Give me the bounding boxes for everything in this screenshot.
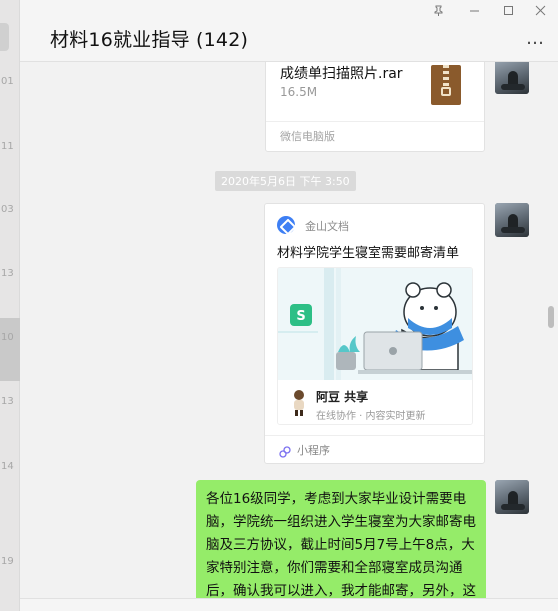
mini-program-card[interactable]: 金山文档 材料学院学生寝室需要邮寄清单 S 阿豆 共享 在线协作 · 内容实时更… bbox=[264, 203, 485, 464]
share-footer: 阿豆 共享 在线协作 · 内容实时更新 bbox=[278, 380, 472, 424]
chat-list-time: 13 bbox=[1, 396, 14, 407]
avatar[interactable] bbox=[495, 480, 529, 514]
message-timestamp: 2020年5月6日 下午 3:50 bbox=[215, 171, 356, 191]
pin-icon[interactable] bbox=[433, 5, 444, 19]
input-toolbar[interactable] bbox=[20, 598, 558, 611]
chat-list-strip[interactable]: 01 11 03 13 10 13 14 19 bbox=[0, 0, 20, 611]
chat-list-time: 11 bbox=[1, 141, 14, 152]
chat-title: 材料16就业指导 (142) bbox=[50, 29, 249, 51]
rar-file-icon bbox=[431, 65, 461, 105]
polar-bear-illustration: S bbox=[278, 268, 472, 380]
mini-program-preview: S 阿豆 共享 在线协作 · 内容实时更新 bbox=[277, 267, 473, 425]
mini-program-footer: 小程序 bbox=[265, 435, 484, 463]
chat-list-time: 10 bbox=[1, 332, 14, 343]
mini-program-label: 小程序 bbox=[297, 444, 330, 457]
chat-list-time: 14 bbox=[1, 461, 14, 472]
file-size: 16.5M bbox=[280, 85, 318, 99]
scrollbar-thumb[interactable] bbox=[548, 306, 554, 328]
selected-chat-highlight bbox=[0, 318, 20, 381]
chat-list-time: 19 bbox=[1, 556, 14, 567]
collapse-tab[interactable] bbox=[0, 23, 9, 51]
chat-list-time: 01 bbox=[1, 76, 14, 87]
avatar[interactable] bbox=[495, 203, 529, 237]
mini-program-icon bbox=[279, 443, 291, 458]
chat-list-time: 03 bbox=[1, 204, 14, 215]
share-subtitle: 在线协作 · 内容实时更新 bbox=[316, 411, 426, 422]
minimize-icon[interactable] bbox=[469, 5, 480, 19]
mini-program-app-name: 金山文档 bbox=[305, 220, 349, 233]
avatar[interactable] bbox=[495, 62, 529, 94]
file-message-card[interactable]: 成绩单扫描照片.rar 16.5M 微信电脑版 bbox=[265, 62, 485, 152]
close-icon[interactable] bbox=[535, 5, 546, 19]
file-source: 微信电脑版 bbox=[266, 121, 484, 150]
share-owner: 阿豆 共享 bbox=[316, 390, 369, 404]
more-options-button[interactable]: … bbox=[526, 28, 545, 49]
mini-program-title: 材料学院学生寝室需要邮寄清单 bbox=[277, 246, 460, 261]
chat-list-time: 13 bbox=[1, 268, 14, 279]
svg-text:S: S bbox=[296, 309, 305, 324]
text-message-bubble[interactable]: 各位16级同学，考虑到大家毕业设计需要电脑，学院统一组织进入学生寝室为大家邮寄电… bbox=[196, 480, 486, 598]
file-name: 成绩单扫描照片.rar bbox=[280, 66, 403, 82]
owner-avatar bbox=[288, 388, 310, 416]
maximize-icon[interactable] bbox=[503, 5, 514, 19]
message-area[interactable]: 成绩单扫描照片.rar 16.5M 微信电脑版 2020年5月6日 下午 3:5… bbox=[20, 62, 558, 598]
chat-header: 材料16就业指导 (142) … bbox=[20, 0, 558, 62]
kdocs-logo-icon bbox=[277, 216, 295, 234]
